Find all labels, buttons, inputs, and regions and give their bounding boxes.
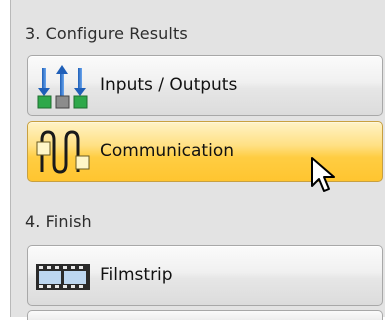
- mouse-cursor-icon: [311, 157, 335, 192]
- inputs-outputs-icon: [36, 62, 90, 110]
- next-button-partial[interactable]: [27, 310, 383, 320]
- section-header-configure-results: 3. Configure Results: [25, 24, 188, 43]
- inputs-outputs-button[interactable]: Inputs / Outputs: [27, 55, 383, 116]
- communication-icon: [36, 128, 90, 176]
- filmstrip-label: Filmstrip: [100, 265, 173, 285]
- communication-label: Communication: [100, 141, 234, 161]
- filmstrip-icon: [36, 252, 90, 300]
- filmstrip-button[interactable]: Filmstrip: [27, 245, 383, 306]
- section-header-finish: 4. Finish: [25, 212, 92, 231]
- inputs-outputs-label: Inputs / Outputs: [100, 75, 238, 95]
